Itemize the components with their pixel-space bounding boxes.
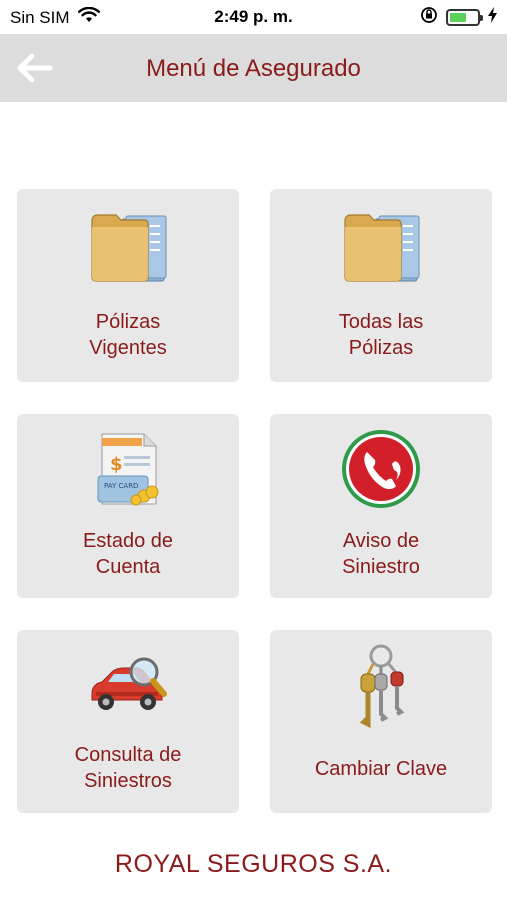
tile-cambiar-clave[interactable]: Cambiar Clave	[270, 630, 492, 813]
tile-label-line1: Estado de	[82, 530, 174, 552]
tile-label: Estado de Cuenta	[17, 528, 239, 580]
pay-card-statement-icon: $ PAY CARD	[17, 430, 239, 510]
tile-label: Consulta de Siniestros	[17, 742, 239, 794]
tile-label: Todas las Pólizas	[270, 309, 492, 361]
tile-label-line1: Aviso de	[342, 530, 420, 552]
tile-label: Aviso de Siniestro	[270, 528, 492, 580]
orientation-lock-icon	[420, 6, 438, 29]
status-right	[420, 6, 497, 29]
tile-label-line1: Cambiar Clave	[314, 758, 448, 780]
tile-label-line1: Todas las	[338, 311, 424, 333]
tile-polizas-vigentes[interactable]: Pólizas Vigentes	[17, 189, 239, 382]
status-bar: Sin SIM 2:49 p. m.	[0, 0, 507, 34]
tile-label-line2: Pólizas	[348, 337, 414, 359]
tile-estado-de-cuenta[interactable]: $ PAY CARD Estado de Cuenta	[17, 414, 239, 598]
folder-icon	[17, 211, 239, 285]
keys-icon	[270, 642, 492, 728]
charging-bolt-icon	[488, 7, 497, 28]
tile-label-line1: Consulta de	[74, 744, 182, 766]
tile-label-line2: Vigentes	[89, 337, 167, 359]
battery-icon	[446, 9, 483, 26]
tile-aviso-de-siniestro[interactable]: Aviso de Siniestro	[270, 414, 492, 598]
folder-icon	[270, 211, 492, 285]
tile-label-line2: Siniestro	[342, 556, 420, 578]
phone-alert-icon	[270, 428, 492, 510]
tile-label: Pólizas Vigentes	[17, 309, 239, 361]
tile-label-line2: Cuenta	[95, 556, 161, 578]
battery-cap	[480, 15, 483, 21]
company-footer: ROYAL SEGUROS S.A.	[114, 850, 393, 878]
tile-consulta-de-siniestros[interactable]: Consulta de Siniestros	[17, 630, 239, 813]
screen: Sin SIM 2:49 p. m. Menú de Asegurado Pól…	[0, 0, 507, 900]
battery-fill	[450, 13, 466, 22]
tile-label-line1: Pólizas	[95, 311, 161, 333]
nav-bar: Menú de Asegurado	[0, 34, 507, 102]
svg-text:PAY CARD: PAY CARD	[104, 482, 138, 490]
tile-todas-las-polizas[interactable]: Todas las Pólizas	[270, 189, 492, 382]
svg-text:$: $	[110, 454, 123, 475]
tile-label: Cambiar Clave	[270, 756, 492, 782]
tile-label-line2: Siniestros	[84, 770, 172, 792]
car-magnifier-icon	[17, 654, 239, 716]
page-title: Menú de Asegurado	[146, 55, 361, 82]
